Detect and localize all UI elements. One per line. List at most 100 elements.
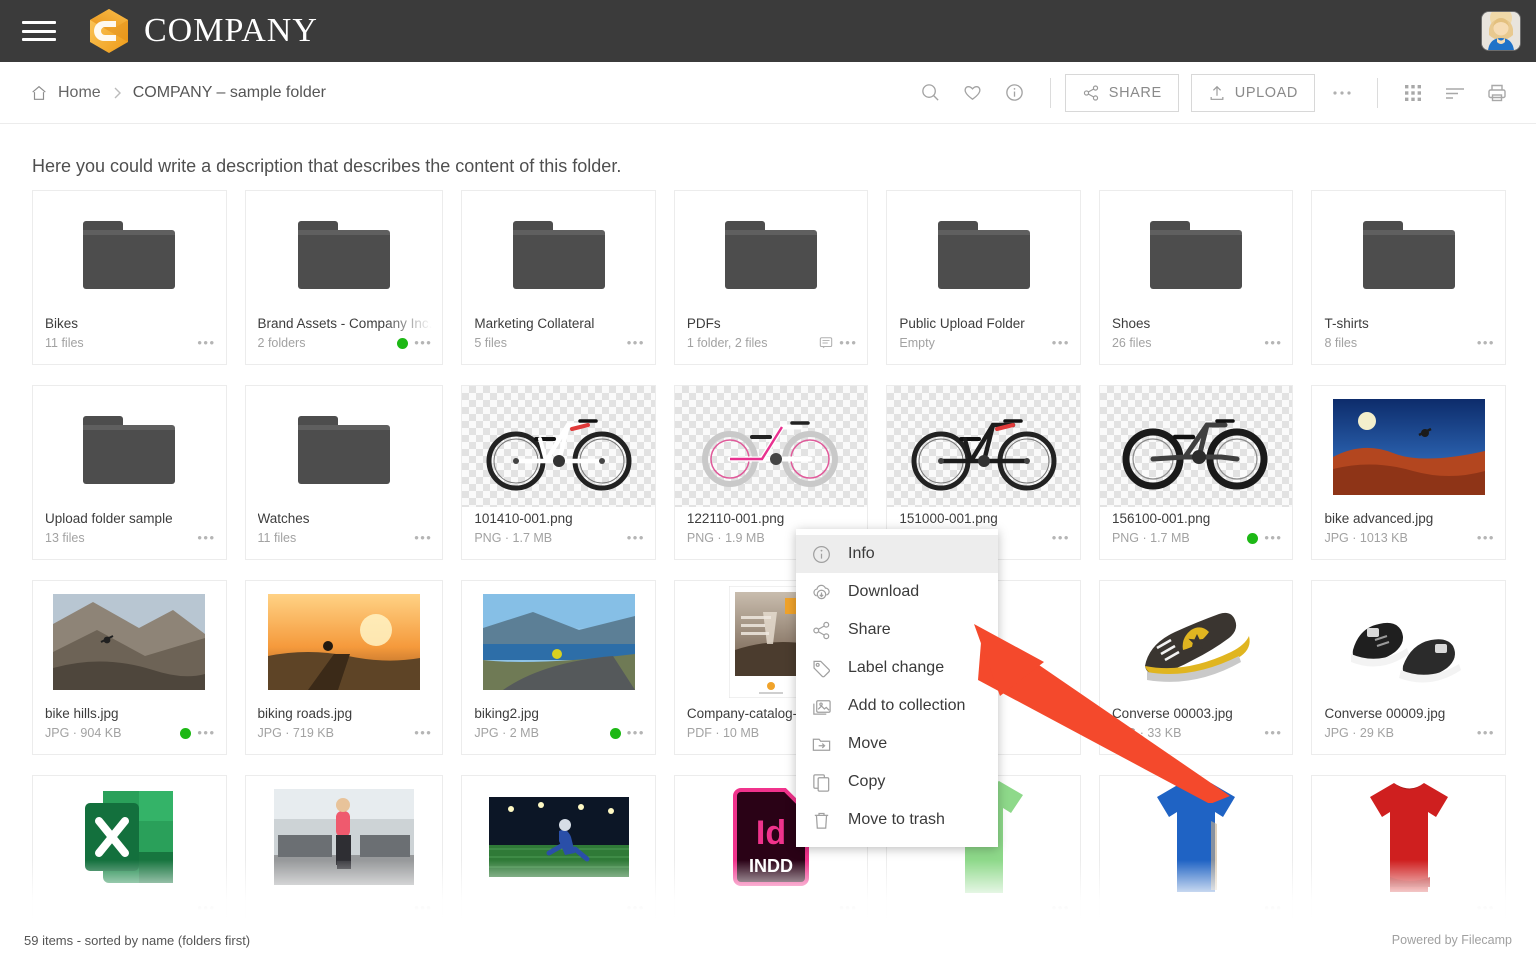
file-tile[interactable]: 101410-001.png PNG · 1.7 MB ••• — [461, 385, 656, 560]
brand-name: COMPANY — [144, 12, 318, 49]
file-tile[interactable]: Shoes 26 files ••• — [1098, 190, 1294, 365]
tile-more-icon[interactable]: ••• — [1264, 899, 1282, 917]
file-subtitle: 1 folder, 2 files — [686, 336, 768, 350]
status-label-dot[interactable] — [1247, 532, 1259, 544]
share-button[interactable]: SHARE — [1064, 73, 1179, 112]
context-menu-item[interactable]: Copy — [796, 763, 998, 801]
tile-more-icon[interactable]: ••• — [197, 529, 215, 547]
context-menu-item-label: Move — [848, 735, 888, 752]
heart-icon[interactable] — [952, 73, 994, 113]
file-tile[interactable]: bike hills.jpg JPG · 904 KB ••• — [32, 580, 227, 755]
comment-icon[interactable] — [819, 336, 833, 350]
file-tile[interactable]: bike advanced.jpg JPG · 1013 KB ••• — [1311, 385, 1506, 560]
file-meta: bike advanced.jpg JPG · 1013 KB ••• — [1312, 507, 1505, 559]
tile-more-icon[interactable]: ••• — [197, 724, 215, 742]
grid-view-icon[interactable] — [1392, 73, 1434, 113]
tile-more-icon[interactable]: ••• — [839, 334, 857, 352]
file-meta: Converse 00009.jpg JPG · 29 KB ••• — [1312, 702, 1505, 754]
file-tile[interactable]: Upload folder sample 13 files ••• — [32, 385, 227, 560]
tile-more-icon[interactable]: ••• — [197, 899, 215, 917]
breadcrumb-home[interactable]: Home — [58, 84, 101, 102]
tile-more-icon[interactable]: ••• — [1264, 724, 1282, 742]
tile-more-icon[interactable]: ••• — [1264, 529, 1282, 547]
tile-more-icon[interactable]: ••• — [839, 899, 857, 917]
tile-more-icon[interactable]: ••• — [1052, 529, 1070, 547]
file-actions: ••• — [1477, 899, 1495, 917]
tile-more-icon[interactable]: ••• — [1477, 724, 1495, 742]
top-bar: COMPANY — [0, 0, 1536, 62]
file-tile[interactable]: Converse 00009.jpg JPG · 29 KB ••• — [1311, 580, 1506, 755]
tile-more-icon[interactable]: ••• — [1477, 899, 1495, 917]
file-subtitle: JPG · 719 KB — [257, 726, 334, 740]
info-icon[interactable] — [994, 73, 1036, 113]
context-menu-item-label: Label change — [848, 659, 945, 676]
hamburger-icon[interactable] — [22, 18, 56, 44]
file-thumbnail — [33, 386, 226, 507]
upload-button[interactable]: UPLOAD — [1190, 73, 1315, 112]
file-subtitle: 5 files — [474, 336, 507, 350]
context-menu-item[interactable]: Download — [796, 573, 998, 611]
search-icon[interactable] — [910, 73, 952, 113]
tile-more-icon[interactable]: ••• — [414, 899, 432, 917]
file-tile[interactable]: PDFs 1 folder, 2 files ••• — [673, 190, 869, 365]
file-tile[interactable]: Brand Assets - Company Inc. 2 folders ••• — [244, 190, 444, 365]
tile-more-icon[interactable]: ••• — [1052, 334, 1070, 352]
context-menu-item[interactable]: Info — [796, 535, 998, 573]
copy-icon — [810, 771, 832, 793]
status-label-dot[interactable] — [397, 337, 409, 349]
file-subtitle-row: ••• — [45, 899, 216, 917]
file-tile[interactable]: T-shirts 8 files ••• — [1311, 190, 1506, 365]
context-menu-item[interactable]: Move — [796, 725, 998, 763]
home-icon[interactable] — [30, 84, 48, 102]
context-menu-item[interactable]: Add to collection — [796, 687, 998, 725]
file-subtitle: 11 files — [257, 531, 297, 545]
tile-more-icon[interactable]: ••• — [627, 334, 645, 352]
tile-more-icon[interactable]: ••• — [627, 529, 645, 547]
brand[interactable]: COMPANY — [88, 8, 318, 54]
file-meta: Marketing Collateral 5 files ••• — [462, 312, 655, 364]
file-subtitle: 11 files — [45, 336, 84, 350]
breadcrumb: Home COMPANY – sample folder — [30, 84, 326, 102]
file-name: 156100-001.png — [1111, 511, 1211, 526]
file-thumbnail — [33, 776, 226, 897]
svg-text:INDD: INDD — [749, 856, 793, 876]
status-label-dot[interactable] — [609, 727, 621, 739]
tile-more-icon[interactable]: ••• — [627, 724, 645, 742]
context-menu-item[interactable]: Label change — [796, 649, 998, 687]
file-subtitle: 26 files — [1111, 336, 1152, 350]
chevron-right-icon — [111, 86, 123, 100]
folder-icon — [83, 220, 176, 289]
file-tile[interactable]: Bikes 11 files ••• — [32, 190, 227, 365]
tile-more-icon[interactable]: ••• — [1264, 334, 1282, 352]
context-menu-item[interactable]: Share — [796, 611, 998, 649]
tile-more-icon[interactable]: ••• — [414, 724, 432, 742]
user-avatar[interactable] — [1482, 12, 1520, 50]
more-horizontal-icon[interactable] — [1321, 73, 1363, 113]
file-thumbnail — [887, 191, 1080, 312]
tile-more-icon[interactable]: ••• — [627, 899, 645, 917]
file-tile[interactable]: biking roads.jpg JPG · 719 KB ••• — [244, 580, 444, 755]
tile-more-icon[interactable]: ••• — [197, 334, 215, 352]
file-name: Marketing Collateral — [474, 316, 595, 331]
file-subtitle-row: 8 files ••• — [1324, 334, 1495, 352]
tile-more-icon[interactable]: ••• — [414, 334, 432, 352]
file-subtitle-row: 5 files ••• — [474, 334, 645, 352]
trash-icon — [810, 809, 832, 831]
sort-icon[interactable] — [1434, 73, 1476, 113]
tile-more-icon[interactable]: ••• — [1052, 899, 1070, 917]
file-tile[interactable]: Converse 00003.jpg JPG · 33 KB ••• — [1098, 580, 1294, 755]
file-actions: ••• — [839, 899, 857, 917]
file-tile[interactable]: Public Upload Folder Empty ••• — [886, 190, 1081, 365]
file-thumbnail — [33, 581, 226, 702]
tile-more-icon[interactable]: ••• — [1477, 334, 1495, 352]
tile-more-icon[interactable]: ••• — [414, 529, 432, 547]
file-tile[interactable]: Watches 11 files ••• — [244, 385, 444, 560]
print-icon[interactable] — [1476, 73, 1518, 113]
file-tile[interactable]: Marketing Collateral 5 files ••• — [461, 190, 656, 365]
context-menu-item[interactable]: Move to trash — [796, 801, 998, 839]
status-label-dot[interactable] — [180, 727, 192, 739]
file-tile[interactable]: 156100-001.png PNG · 1.7 MB ••• — [1098, 385, 1294, 560]
tile-more-icon[interactable]: ••• — [1477, 529, 1495, 547]
file-tile[interactable]: biking2.jpg JPG · 2 MB ••• — [461, 580, 656, 755]
upload-button-label: UPLOAD — [1234, 84, 1298, 101]
